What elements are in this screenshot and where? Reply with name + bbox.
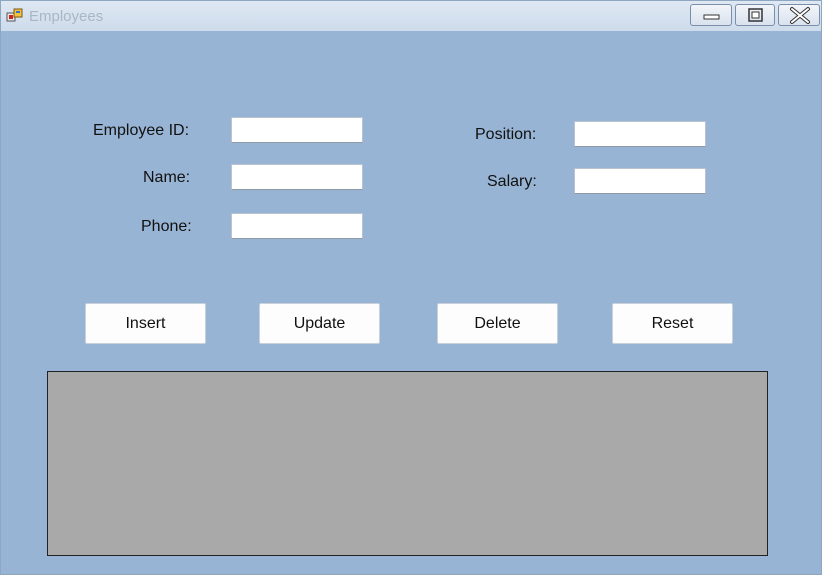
employee-id-input[interactable] — [231, 117, 363, 143]
title-bar[interactable]: Employees — [1, 1, 821, 31]
name-label: Name: — [143, 169, 191, 186]
close-button[interactable] — [778, 4, 820, 26]
maximize-icon — [748, 8, 763, 22]
name-input[interactable] — [231, 164, 363, 190]
close-icon — [790, 7, 810, 24]
phone-input[interactable] — [231, 213, 363, 239]
reset-button[interactable]: Reset — [612, 303, 733, 344]
salary-label: Salary: — [487, 173, 537, 190]
employees-data-grid[interactable] — [47, 371, 768, 556]
maximize-button[interactable] — [735, 4, 775, 26]
delete-button[interactable]: Delete — [437, 303, 558, 344]
employee-id-label: Employee ID: — [93, 122, 190, 139]
insert-button[interactable]: Insert — [85, 303, 206, 344]
position-input[interactable] — [574, 121, 706, 147]
position-label: Position: — [475, 126, 537, 143]
minimize-icon — [703, 14, 720, 20]
minimize-button[interactable] — [690, 4, 732, 26]
window-title: Employees — [29, 8, 104, 25]
update-button[interactable]: Update — [259, 303, 380, 344]
app-icon — [6, 8, 23, 25]
employees-window: Employees Employee ID: Name: Phone: Posi… — [0, 0, 822, 575]
phone-label: Phone: — [141, 218, 192, 235]
salary-input[interactable] — [574, 168, 706, 194]
